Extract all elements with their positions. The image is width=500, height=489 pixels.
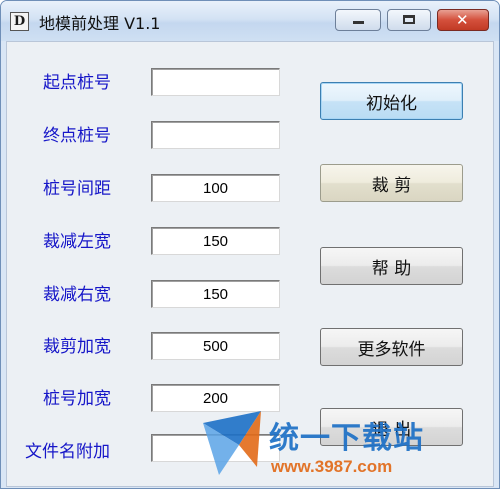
start-station-input[interactable]: [151, 68, 280, 96]
station-widen-input[interactable]: [151, 384, 280, 412]
filename-suffix-input[interactable]: [151, 434, 280, 462]
minimize-icon: [353, 21, 364, 24]
minimize-button[interactable]: [335, 9, 381, 31]
maximize-button[interactable]: [387, 9, 431, 31]
crop-right-width-input[interactable]: [151, 280, 280, 308]
end-station-input[interactable]: [151, 121, 280, 149]
label-end-station: 终点桩号: [43, 126, 111, 146]
label-station-widen: 桩号加宽: [43, 389, 111, 409]
initialize-button[interactable]: 初始化: [320, 82, 463, 120]
label-crop-left-width: 裁减左宽: [43, 232, 111, 252]
close-icon: ✕: [456, 11, 469, 29]
exit-button[interactable]: 退 出: [320, 408, 463, 446]
app-icon[interactable]: D: [10, 12, 29, 31]
more-software-button[interactable]: 更多软件: [320, 328, 463, 366]
label-start-station: 起点桩号: [43, 73, 111, 93]
label-crop-right-width: 裁减右宽: [43, 285, 111, 305]
app-window: D 地模前处理 V1.1 ✕ 起点桩号 终点桩号 桩号间距 裁减左宽 裁减右宽 …: [0, 0, 500, 489]
label-filename-suffix: 文件名附加: [25, 442, 110, 462]
label-station-interval: 桩号间距: [43, 179, 111, 199]
label-crop-widen: 裁剪加宽: [43, 337, 111, 357]
station-interval-input[interactable]: [151, 174, 280, 202]
maximize-icon: [403, 15, 415, 24]
title-bar[interactable]: D 地模前处理 V1.1 ✕: [1, 1, 499, 41]
close-button[interactable]: ✕: [437, 9, 489, 31]
window-title: 地模前处理 V1.1: [39, 14, 161, 33]
help-button[interactable]: 帮 助: [320, 247, 463, 285]
crop-button[interactable]: 裁 剪: [320, 164, 463, 202]
crop-left-width-input[interactable]: [151, 227, 280, 255]
client-area: 起点桩号 终点桩号 桩号间距 裁减左宽 裁减右宽 裁剪加宽 桩号加宽 文件名附加…: [6, 41, 494, 487]
crop-widen-input[interactable]: [151, 332, 280, 360]
